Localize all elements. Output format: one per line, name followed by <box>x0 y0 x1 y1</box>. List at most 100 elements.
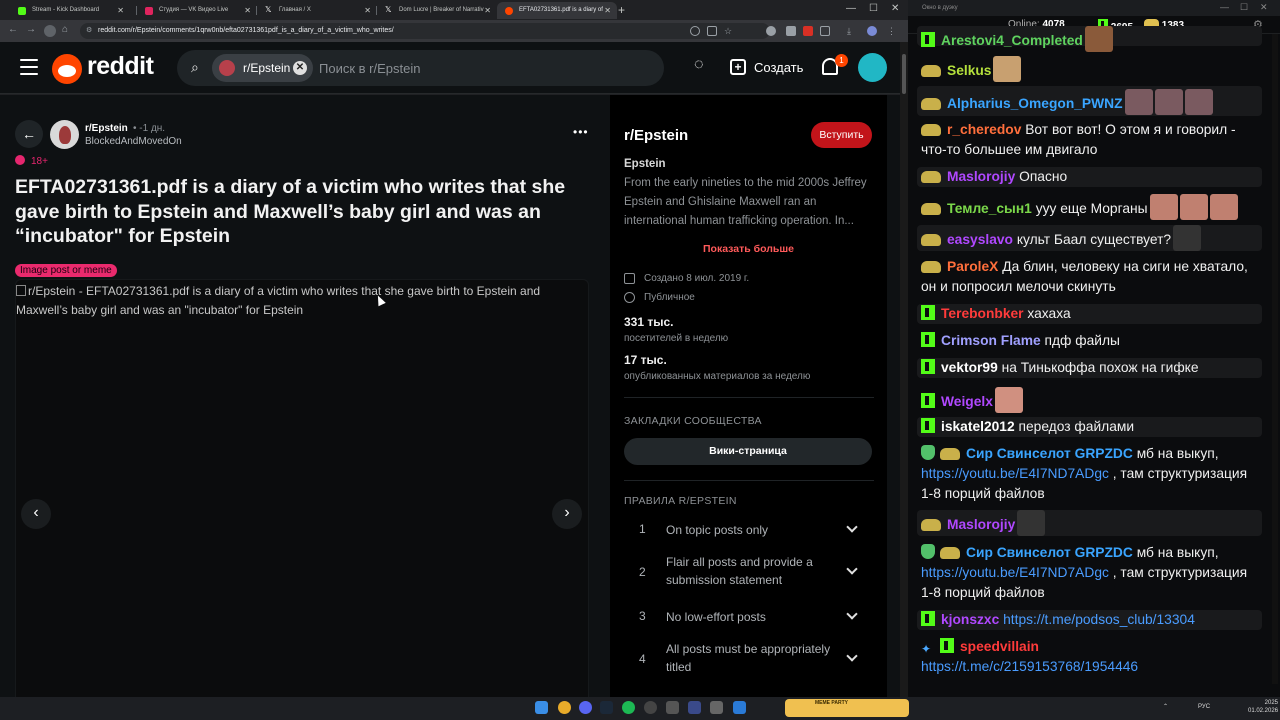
app-icon[interactable] <box>688 701 701 714</box>
chat-username[interactable]: Сир Свинселот <box>966 446 1071 461</box>
new-tab-button[interactable]: + <box>618 3 625 17</box>
chat-username[interactable]: Arestovi4_Completed <box>941 33 1083 48</box>
close-icon[interactable]: ✕ <box>484 2 491 19</box>
reddit-wordmark[interactable]: reddit <box>87 52 154 81</box>
star-icon[interactable]: ☆ <box>724 26 734 36</box>
chat-link[interactable]: https://t.me/podsos_club/13304 <box>1003 612 1195 627</box>
tab-x[interactable]: 𝕏 Главная / X ✕ <box>257 2 377 19</box>
reddit-logo-icon[interactable] <box>52 54 82 84</box>
app-icon[interactable] <box>666 701 679 714</box>
zoom-icon[interactable] <box>690 26 700 36</box>
close-icon[interactable]: ✕ <box>891 3 899 14</box>
chat-username[interactable]: vektor99 <box>941 360 998 375</box>
chevron-down-icon[interactable] <box>846 521 858 533</box>
post-author[interactable]: BlockedAndMovedOn <box>85 136 182 147</box>
join-button[interactable]: Вступить <box>811 122 872 148</box>
extension-icon[interactable] <box>786 26 796 36</box>
show-more-button[interactable]: Показать больше <box>610 243 887 255</box>
language-indicator[interactable]: РУС <box>1198 704 1210 710</box>
spotify-icon[interactable] <box>622 701 635 714</box>
post-subreddit[interactable]: r/Epstein <box>85 123 128 134</box>
chat-username[interactable]: r_cheredov <box>947 122 1021 137</box>
clear-icon[interactable]: ✕ <box>293 61 307 75</box>
tab-kick[interactable]: Stream - Kick Dashboard ✕ <box>10 2 130 19</box>
profile-icon[interactable] <box>867 26 877 36</box>
home-icon[interactable]: ⌂ <box>62 24 68 35</box>
install-icon[interactable] <box>707 26 717 36</box>
carousel-next-button[interactable]: › <box>552 499 582 529</box>
chat-username[interactable]: iskatel2012 <box>941 419 1015 434</box>
hamburger-menu-icon[interactable] <box>20 59 38 75</box>
chat-username[interactable]: Crimson Flame <box>941 333 1041 348</box>
chat-username[interactable]: Темле_сын1 <box>947 201 1032 216</box>
telegram-icon[interactable] <box>733 701 746 714</box>
download-icon[interactable]: ⤓ <box>847 26 857 36</box>
search-input[interactable]: Поиск в r/Epstein <box>319 61 420 76</box>
chat-mention[interactable]: GRPZDC <box>1075 446 1133 461</box>
meme-party-widget[interactable]: MEME PARTY <box>785 699 909 717</box>
chevron-up-icon[interactable]: ⌃ <box>1163 704 1168 710</box>
post-flair[interactable]: Image post or meme <box>15 264 117 277</box>
stop-icon[interactable] <box>44 25 56 37</box>
subreddit-avatar[interactable] <box>50 120 79 149</box>
close-icon[interactable]: ✕ <box>244 2 251 19</box>
tab-dom-lucre[interactable]: 𝕏 Dom Lucre | Breaker of Narrativ ✕ <box>377 2 497 19</box>
create-icon[interactable]: + <box>730 59 746 75</box>
more-options-icon[interactable]: ••• <box>573 125 589 139</box>
user-avatar[interactable] <box>858 53 887 82</box>
rule-item[interactable]: 3 No low-effort posts <box>624 606 874 626</box>
search-bar[interactable]: ⌕ r/Epstein ✕ Поиск в r/Epstein <box>177 50 664 86</box>
back-icon[interactable]: ← <box>8 24 18 35</box>
chat-username[interactable]: Сир Свинселот <box>966 545 1071 560</box>
close-icon[interactable]: ✕ <box>364 2 371 19</box>
tab-reddit[interactable]: EFTA02731361.pdf is a diary of ✕ <box>497 2 617 19</box>
rule-item[interactable]: 1 On topic posts only <box>624 519 874 539</box>
chat-username[interactable]: Weigelx <box>941 394 993 409</box>
site-info-icon[interactable]: ⚙ <box>86 23 92 39</box>
chrome-icon[interactable] <box>558 701 571 714</box>
chat-username[interactable]: Alpharius_Omegon_PWNZ <box>947 96 1123 111</box>
extension-icon[interactable] <box>766 26 776 36</box>
back-button[interactable]: ← <box>15 120 43 148</box>
chat-username[interactable]: Terebonbker <box>941 306 1024 321</box>
menu-icon[interactable]: ⋮ <box>887 26 897 36</box>
minimize-icon[interactable]: — <box>1220 2 1229 12</box>
rule-item[interactable]: 4 All posts must be appropriately titled <box>624 641 874 677</box>
carousel-prev-button[interactable]: ‹ <box>21 499 51 529</box>
chat-username[interactable]: Maslorojiy <box>947 517 1015 532</box>
post-image[interactable]: r/Epstein - EFTA02731361.pdf is a diary … <box>15 279 589 697</box>
extension-icon[interactable] <box>803 26 813 36</box>
chat-link[interactable]: https://youtu.be/E4I7ND7ADgc <box>921 466 1109 481</box>
start-icon[interactable] <box>535 701 548 714</box>
chat-scrollbar[interactable] <box>1272 34 1278 684</box>
page-scrollbar[interactable] <box>900 42 908 697</box>
close-icon[interactable]: ✕ <box>1260 2 1268 13</box>
chat-link[interactable]: https://youtu.be/E4I7ND7ADgc <box>921 565 1109 580</box>
create-button[interactable]: Создать <box>754 60 803 75</box>
minimize-icon[interactable]: — <box>846 3 856 14</box>
maximize-icon[interactable]: ☐ <box>1240 2 1248 13</box>
steam-icon[interactable] <box>600 701 613 714</box>
chat-username[interactable]: speedvillain <box>960 639 1039 654</box>
clock[interactable]: 2025 01.02.2026 <box>1248 699 1278 715</box>
search-subreddit-chip[interactable]: r/Epstein ✕ <box>212 54 313 82</box>
chevron-down-icon[interactable] <box>846 608 858 620</box>
chat-username[interactable]: ParoleX <box>947 259 998 274</box>
discord-icon[interactable] <box>579 701 592 714</box>
url-input[interactable]: ⚙ reddit.com/r/Epstein/comments/1qrw0nb/e… <box>80 23 770 39</box>
wiki-button[interactable]: Вики-страница <box>624 438 872 465</box>
app-icon[interactable] <box>710 701 723 714</box>
chat-username[interactable]: kjonszxc <box>941 612 999 627</box>
chat-link[interactable]: https://t.me/c/2159153768/1954446 <box>921 659 1138 674</box>
close-icon[interactable]: ✕ <box>604 2 611 19</box>
chat-mention[interactable]: GRPZDC <box>1075 545 1133 560</box>
chevron-down-icon[interactable] <box>846 650 858 662</box>
chat-username[interactable]: easyslavo <box>947 232 1013 247</box>
puzzle-icon[interactable] <box>820 26 830 36</box>
close-icon[interactable]: ✕ <box>117 2 124 19</box>
obs-icon[interactable] <box>644 701 657 714</box>
tab-vk[interactable]: Студия — VK Видео Live ✕ <box>137 2 257 19</box>
rule-item[interactable]: 2 Flair all posts and provide a submissi… <box>624 554 874 590</box>
chat-username[interactable]: Maslorojiy <box>947 169 1015 184</box>
maximize-icon[interactable]: ☐ <box>869 3 878 14</box>
